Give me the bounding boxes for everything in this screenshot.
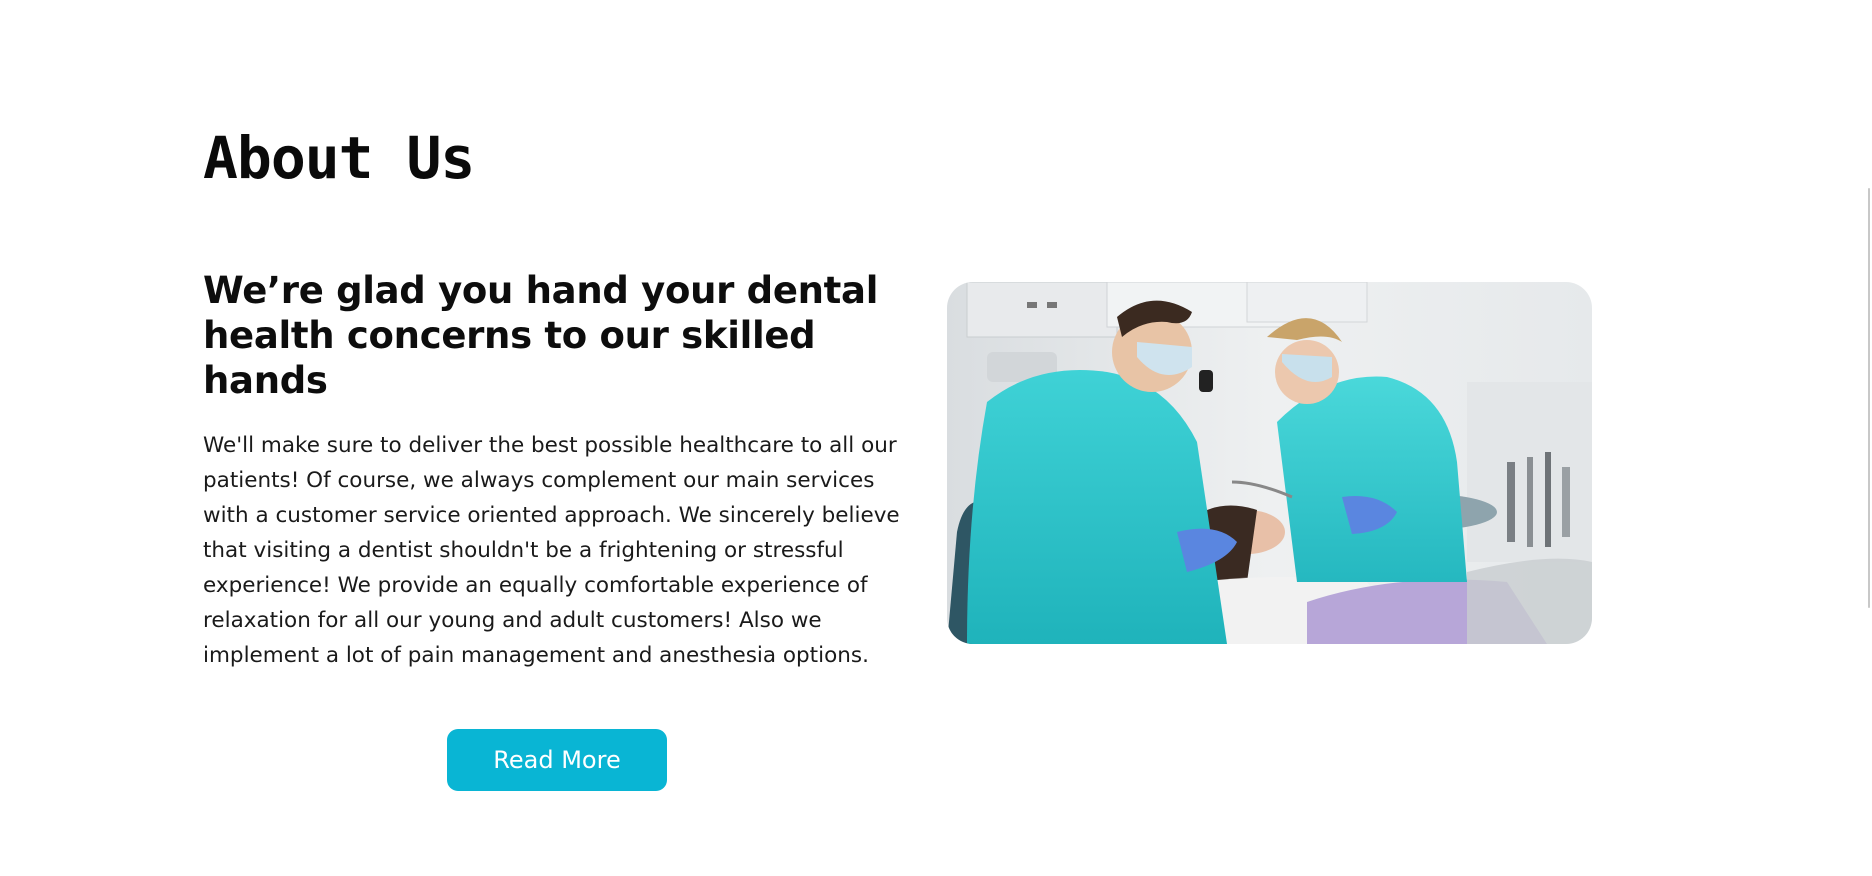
- scrollbar[interactable]: [1860, 0, 1872, 876]
- dental-treatment-image: [947, 282, 1592, 644]
- about-text-column: We’re glad you hand your dental health c…: [203, 268, 923, 668]
- about-description: We'll make sure to deliver the best poss…: [203, 433, 900, 668]
- about-subheading: We’re glad you hand your dental health c…: [203, 269, 879, 402]
- scrollbar-thumb[interactable]: [1868, 188, 1870, 608]
- section-title: About Us: [203, 124, 475, 192]
- read-more-button[interactable]: Read More: [447, 729, 667, 791]
- dental-treatment-photo-icon: [947, 282, 1592, 644]
